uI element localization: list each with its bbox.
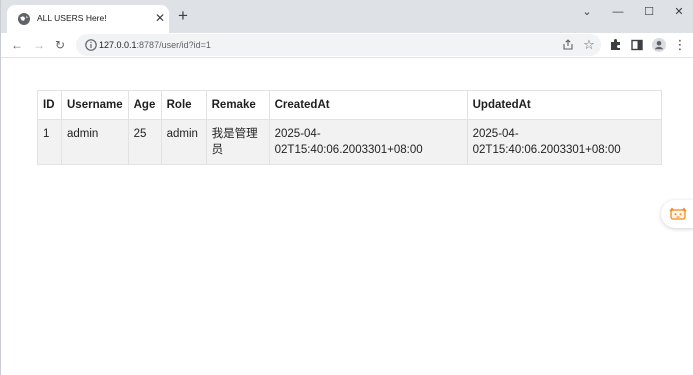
cell-remake: 我是管理员 (205, 119, 270, 165)
tab-title: ALL USERS Here! (37, 13, 107, 23)
site-info-icon[interactable] (84, 38, 98, 52)
header-created-at: CreatedAt (268, 90, 468, 120)
forward-button[interactable]: → (31, 37, 47, 53)
url-path: :8787/user/id?id=1 (136, 40, 211, 50)
back-button[interactable]: ← (9, 37, 25, 53)
address-bar[interactable]: 127.0.0.1:8787/user/id?id=1 ☆ (76, 34, 601, 56)
header-age: Age (127, 90, 162, 120)
share-icon[interactable] (561, 38, 575, 52)
url-host: 127.0.0.1 (99, 40, 137, 50)
minimize-button[interactable]: — (608, 4, 628, 20)
table-header-row: ID Username Age Role Remake CreatedAt Up… (37, 90, 663, 120)
profile-icon[interactable] (651, 37, 667, 53)
cell-age: 25 (127, 119, 162, 165)
table-row: 1 admin 25 admin 我是管理员 2025-04-02T15:40:… (37, 119, 663, 165)
browser-window: ALL USERS Here! ✕ + ⌄ — ☐ ✕ ← → ↻ 127.0.… (0, 0, 693, 375)
bookmark-star-icon[interactable]: ☆ (582, 38, 596, 52)
url-text: 127.0.0.1:8787/user/id?id=1 (99, 38, 211, 52)
tab-search-icon[interactable]: ⌄ (577, 4, 597, 20)
cell-created-at: 2025-04-02T15:40:06.2003301+08:00 (268, 119, 468, 165)
header-updated-at: UpdatedAt (466, 90, 663, 120)
users-table: ID Username Age Role Remake CreatedAt Up… (37, 90, 663, 165)
close-window-button[interactable]: ✕ (669, 4, 689, 20)
tab-all-users[interactable]: ALL USERS Here! ✕ (7, 5, 169, 33)
tab-close-icon[interactable]: ✕ (153, 11, 167, 25)
globe-icon (18, 13, 30, 25)
cell-updated-at: 2025-04-02T15:40:06.2003301+08:00 (466, 119, 663, 165)
side-panel-icon[interactable] (629, 37, 645, 53)
cell-id: 1 (37, 119, 62, 165)
new-tab-button[interactable]: + (175, 7, 191, 24)
header-role: Role (160, 90, 207, 120)
browser-menu-icon[interactable]: ⋮ (672, 37, 688, 53)
header-username: Username (61, 90, 129, 120)
page-content: ID Username Age Role Remake CreatedAt Up… (2, 58, 693, 375)
cell-username: admin (61, 119, 129, 165)
maximize-button[interactable]: ☐ (639, 4, 659, 20)
header-remake: Remake (205, 90, 270, 120)
mascot-icon (669, 207, 687, 220)
header-id: ID (37, 90, 62, 120)
cell-role: admin (160, 119, 207, 165)
tab-strip: ALL USERS Here! ✕ + ⌄ — ☐ ✕ (1, 0, 693, 33)
browser-toolbar: ← → ↻ 127.0.0.1:8787/user/id?id=1 ☆ ⋮ (1, 33, 693, 58)
reload-button[interactable]: ↻ (52, 37, 68, 53)
floating-assistant-button[interactable] (661, 200, 693, 228)
puzzle-icon[interactable] (608, 37, 624, 53)
